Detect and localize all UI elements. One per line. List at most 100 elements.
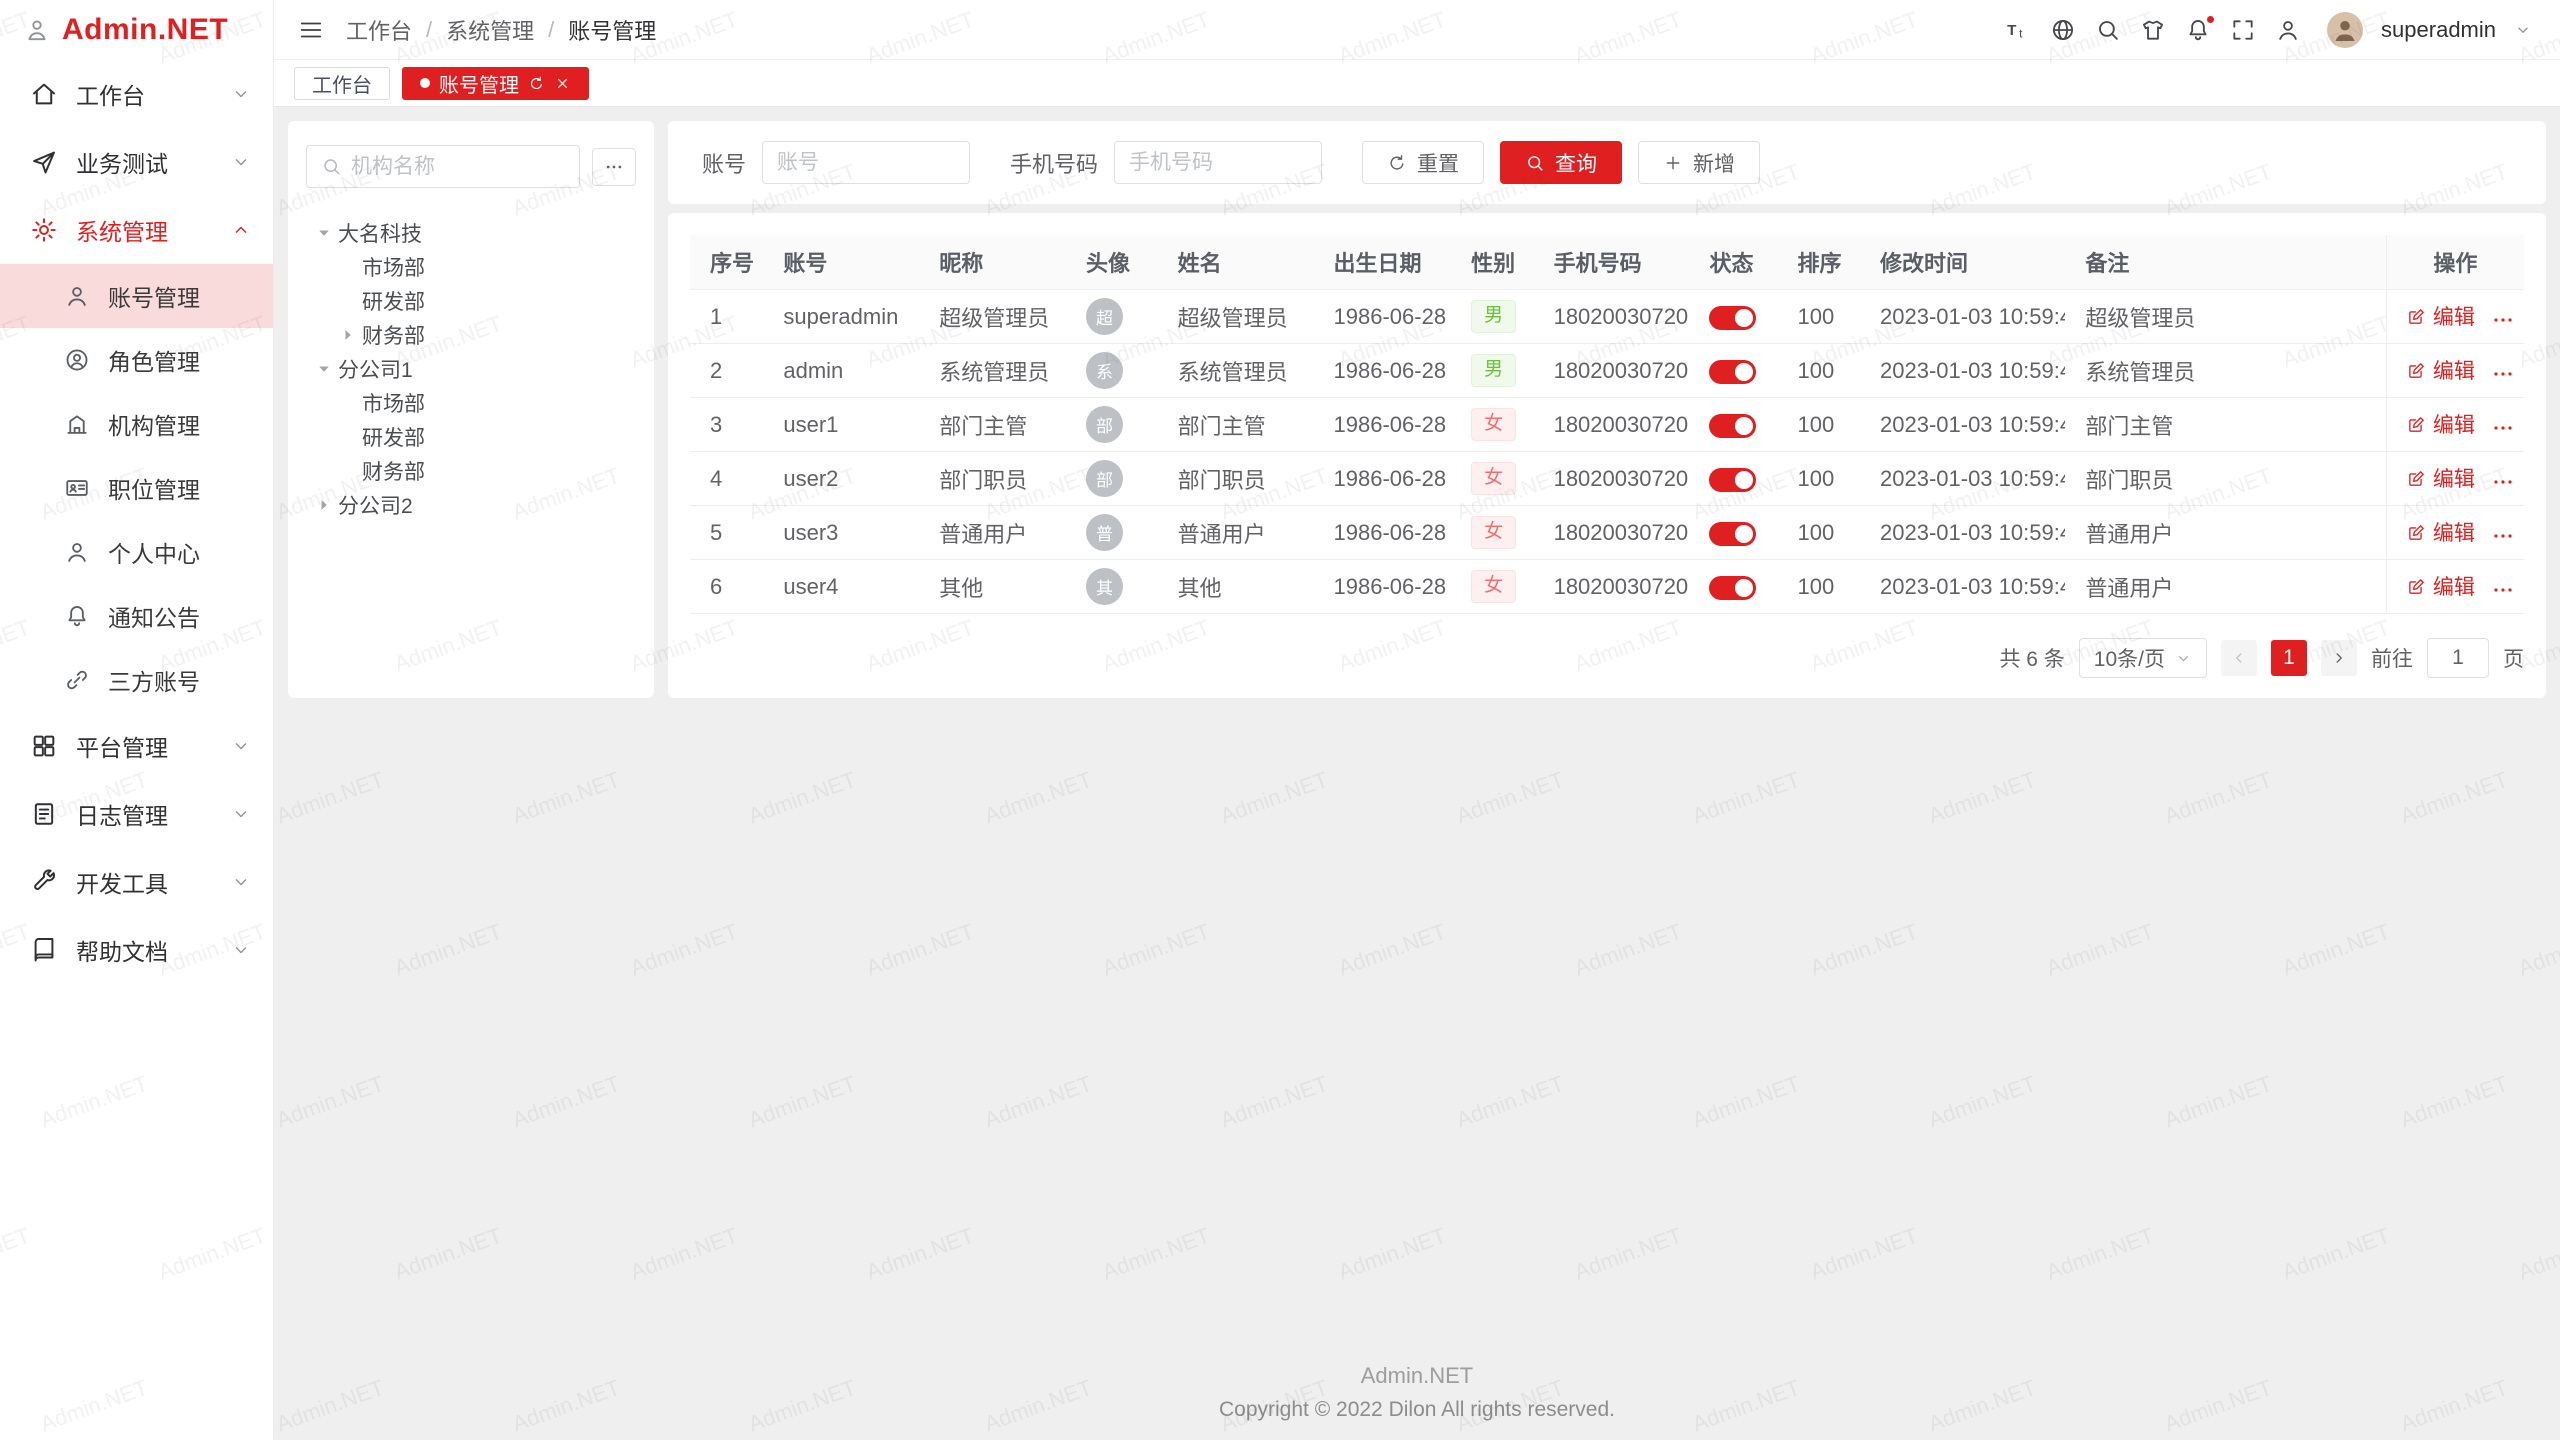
search-button[interactable]: 查询 [1500, 141, 1622, 184]
row-more-button[interactable] [2491, 308, 2515, 332]
active-tab-dot [420, 78, 430, 88]
prev-page-button[interactable] [2221, 640, 2257, 676]
edit-button[interactable]: 编辑 [2407, 571, 2475, 601]
close-icon[interactable] [554, 75, 571, 92]
caret-right-icon[interactable] [314, 495, 334, 515]
status-toggle[interactable] [1709, 468, 1756, 492]
status-toggle[interactable] [1709, 522, 1756, 546]
status-toggle[interactable] [1709, 306, 1756, 330]
next-page-button[interactable] [2321, 640, 2357, 676]
sidebar-subitem-account-management[interactable]: 账号管理 [0, 264, 273, 328]
breadcrumb-item[interactable]: 工作台 [346, 14, 412, 46]
tree-node[interactable]: 研发部 [306, 420, 636, 454]
edit-icon [2407, 523, 2426, 542]
tree-node[interactable]: 研发部 [306, 284, 636, 318]
search-icon[interactable] [2095, 17, 2121, 43]
sidebar-item-platform-management[interactable]: 平台管理 [0, 712, 273, 780]
row-more-button[interactable] [2491, 578, 2515, 602]
goto-page-input[interactable] [2427, 638, 2489, 678]
breadcrumb-item[interactable]: 系统管理 [446, 14, 534, 46]
cell-gender: 女 [1451, 452, 1534, 506]
username[interactable]: superadmin [2381, 17, 2496, 43]
status-toggle[interactable] [1709, 360, 1756, 384]
cell-remark: 超级管理员 [2065, 290, 2386, 344]
notification-icon[interactable] [2185, 17, 2211, 43]
users-table: 序号账号昵称头像姓名出生日期性别手机号码状态排序修改时间备注操作 1supera… [690, 235, 2524, 614]
edit-button[interactable]: 编辑 [2407, 463, 2475, 493]
phone-input[interactable] [1129, 151, 1307, 175]
sidebar-subitem-position-management[interactable]: 职位管理 [0, 456, 273, 520]
idcard-icon [64, 475, 90, 501]
topbar-icons: Tt [2005, 17, 2301, 43]
status-toggle[interactable] [1709, 576, 1756, 600]
row-more-button[interactable] [2491, 470, 2515, 494]
edit-button[interactable]: 编辑 [2407, 355, 2475, 385]
row-more-button[interactable] [2491, 416, 2515, 440]
edit-icon [2407, 415, 2426, 434]
cell-gender: 男 [1451, 344, 1534, 398]
page-footer: Admin.NET Copyright © 2022 Dilon All rig… [274, 1363, 2560, 1440]
status-toggle[interactable] [1709, 414, 1756, 438]
tree-caret-spacer [338, 291, 358, 311]
account-input[interactable] [777, 151, 955, 175]
tree-node[interactable]: 大名科技 [306, 216, 636, 250]
page-1-button[interactable]: 1 [2271, 640, 2307, 676]
sidebar-item-log-management[interactable]: 日志管理 [0, 780, 273, 848]
sidebar-subitem-thirdparty-account[interactable]: 三方账号 [0, 648, 273, 712]
edit-button[interactable]: 编辑 [2407, 409, 2475, 439]
user-avatar: 部 [1086, 406, 1123, 443]
sidebar-subitem-notice-announcement[interactable]: 通知公告 [0, 584, 273, 648]
sidebar-item-help-docs[interactable]: 帮助文档 [0, 916, 273, 984]
caret-down-icon[interactable] [314, 223, 334, 243]
add-button[interactable]: 新增 [1638, 141, 1760, 184]
pagination-total: 共 6 条 [1999, 643, 2064, 673]
row-more-button[interactable] [2491, 524, 2515, 548]
tree-caret-spacer [338, 427, 358, 447]
sidebar-subitem-label: 机构管理 [108, 407, 200, 441]
theme-icon[interactable] [2140, 17, 2166, 43]
notification-badge [2205, 14, 2216, 25]
avatar[interactable] [2327, 12, 2363, 48]
fullscreen-icon[interactable] [2230, 17, 2256, 43]
col-header-remark: 备注 [2065, 235, 2386, 290]
refresh-icon[interactable] [528, 75, 545, 92]
org-search-input[interactable] [351, 155, 565, 179]
font-size-icon[interactable]: Tt [2005, 17, 2031, 43]
tree-node[interactable]: 市场部 [306, 386, 636, 420]
sidebar-item-dev-tools[interactable]: 开发工具 [0, 848, 273, 916]
org-tree-search-row [306, 145, 636, 188]
sidebar-item-business-test[interactable]: 业务测试 [0, 128, 273, 196]
sidebar-item-system-management[interactable]: 系统管理 [0, 196, 273, 264]
sidebar-subitem-personal-center[interactable]: 个人中心 [0, 520, 273, 584]
profile-icon[interactable] [2275, 17, 2301, 43]
cell-actions: 编辑 [2386, 344, 2524, 398]
tree-more-button[interactable] [592, 148, 636, 186]
caret-down-icon[interactable] [314, 359, 334, 379]
tree-node[interactable]: 分公司1 [306, 352, 636, 386]
tab-workbench[interactable]: 工作台 [294, 67, 390, 100]
tree-node[interactable]: 分公司2 [306, 488, 636, 522]
page-size-select[interactable]: 10条/页 [2079, 638, 2207, 678]
org-icon [64, 411, 90, 437]
tab-account-management[interactable]: 账号管理 [402, 67, 589, 100]
edit-button[interactable]: 编辑 [2407, 517, 2475, 547]
sidebar-subitem-org-management[interactable]: 机构管理 [0, 392, 273, 456]
sidebar-item-workbench[interactable]: 工作台 [0, 60, 273, 128]
row-more-button[interactable] [2491, 362, 2515, 386]
sidebar-subitem-label: 角色管理 [108, 343, 200, 377]
cell-name: 超级管理员 [1158, 290, 1314, 344]
tree-node[interactable]: 财务部 [306, 318, 636, 352]
breadcrumb-item: 账号管理 [568, 14, 656, 46]
reset-button[interactable]: 重置 [1362, 141, 1484, 184]
sidebar-subitem-role-management[interactable]: 角色管理 [0, 328, 273, 392]
cell-account: user2 [763, 452, 919, 506]
menu-collapse-icon[interactable] [298, 17, 324, 43]
cell-modified-time: 2023-01-03 10:59:44 [1860, 506, 2065, 560]
caret-right-icon[interactable] [338, 325, 358, 345]
user-avatar: 其 [1086, 568, 1123, 605]
edit-button[interactable]: 编辑 [2407, 301, 2475, 331]
tree-node[interactable]: 财务部 [306, 454, 636, 488]
cell-avatar: 超 [1066, 290, 1158, 344]
tree-node[interactable]: 市场部 [306, 250, 636, 284]
language-icon[interactable] [2050, 17, 2076, 43]
